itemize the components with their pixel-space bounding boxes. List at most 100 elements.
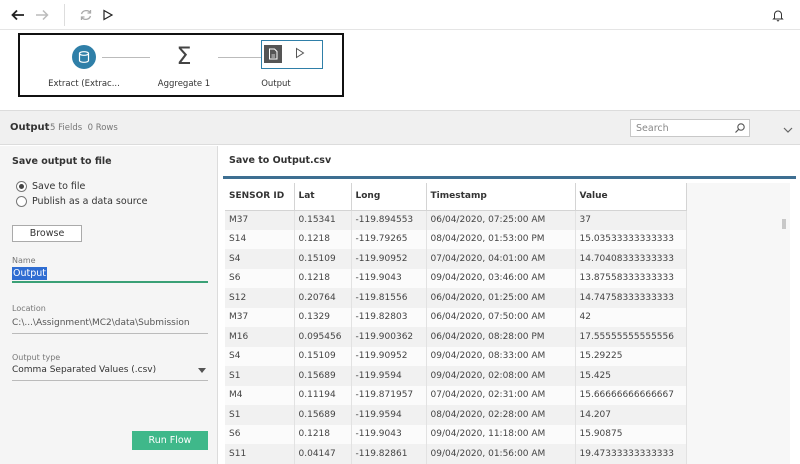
radio-label: Publish as a data source: [32, 196, 148, 207]
name-field[interactable]: Output: [12, 267, 208, 283]
column-header[interactable]: Lat: [294, 183, 352, 211]
output-header: Output 5 Fields 0 Rows Search: [0, 110, 800, 145]
scrollbar-thumb[interactable]: [782, 219, 786, 229]
table-cell: 17.55555555555556: [575, 327, 687, 347]
table-cell: -119.9594: [351, 366, 427, 386]
table-cell: 0.15689: [294, 366, 352, 386]
table-cell: 06/04/2020, 07:25:00 AM: [426, 210, 576, 230]
table-cell: 0.20764: [294, 288, 352, 308]
table-cell: M37: [225, 210, 295, 230]
table-row[interactable]: M37 0.15341 -119.894553 06/04/2020, 07:25:0…: [225, 210, 687, 230]
flow-node-label: Extract (Extrac...: [48, 79, 120, 89]
table-cell: 15.66666666666667: [575, 385, 687, 405]
table-cell: -119.79265: [351, 229, 427, 249]
output-node-frame: [261, 40, 323, 69]
table-cell: 0.095456: [294, 327, 352, 347]
table-header-row: SENSOR ID Lat Long Timestamp Value: [225, 183, 687, 211]
table-cell: 15.425: [575, 366, 687, 386]
table-cell: 0.1329: [294, 307, 352, 327]
table-cell: 0.1218: [294, 268, 352, 288]
table-cell: 19.47333333333333: [575, 444, 687, 464]
table-row[interactable]: S6 0.1218 -119.9043 09/04/2020, 03:46:00 AM…: [225, 268, 687, 288]
arrow-left-icon[interactable]: [8, 5, 28, 25]
column-header[interactable]: Timestamp: [426, 183, 576, 211]
table-cell: M4: [225, 385, 295, 405]
dropdown-caret-icon: [198, 368, 206, 373]
play-icon[interactable]: [295, 47, 305, 62]
table-cell: M16: [225, 327, 295, 347]
table-cell: 14.207: [575, 405, 687, 425]
flow-node-label: Aggregate 1: [157, 79, 211, 89]
search-input[interactable]: Search: [630, 119, 750, 137]
flow-canvas: Extract (Extrac... Σ Aggregate 1 Output: [0, 31, 800, 110]
search-icon[interactable]: [734, 122, 746, 134]
table-cell: 09/04/2020, 08:33:00 AM: [426, 346, 576, 366]
table-cell: -119.81556: [351, 288, 427, 308]
output-settings-panel: Save output to file Save to file Publish…: [0, 146, 218, 464]
location-label: Location: [12, 304, 46, 313]
table-cell: 13.87558333333333: [575, 268, 687, 288]
table-row[interactable]: S6 0.1218 -119.9043 09/04/2020, 11:18:00 AM…: [225, 424, 687, 444]
table-row[interactable]: M16 0.095456 -119.900362 06/04/2020, 08:28:…: [225, 327, 687, 347]
table-cell: -119.871957: [351, 385, 427, 405]
table-cell: 14.74758333333333: [575, 288, 687, 308]
table-cell: 09/04/2020, 02:08:00 AM: [426, 366, 576, 386]
chevron-down-icon[interactable]: [783, 125, 793, 136]
table-row[interactable]: S11 0.04147 -119.82861 09/04/2020, 01:56:00…: [225, 444, 687, 464]
table-cell: 08/04/2020, 01:53:00 PM: [426, 229, 576, 249]
output-type-select[interactable]: Comma Separated Values (.csv): [12, 365, 208, 381]
browse-button[interactable]: Browse: [12, 225, 82, 242]
table-cell: -119.9043: [351, 424, 427, 444]
location-field[interactable]: C:\...\Assignment\MC2\data\Submission: [12, 318, 208, 334]
table-row[interactable]: M4 0.11194 -119.871957 07/04/2020, 02:31:00…: [225, 385, 687, 405]
table-scrollbar[interactable]: [781, 215, 787, 464]
column-header[interactable]: SENSOR ID: [225, 183, 295, 211]
table-cell: 06/04/2020, 08:28:00 PM: [426, 327, 576, 347]
radio-button[interactable]: [16, 196, 27, 207]
table-row[interactable]: S12 0.20764 -119.81556 06/04/2020, 01:25:00…: [225, 288, 687, 308]
table-cell: 42: [575, 307, 687, 327]
table-cell: M37: [225, 307, 295, 327]
flow-connector: [102, 57, 150, 58]
toolbar-separator: [64, 4, 65, 26]
column-header[interactable]: Value: [575, 183, 687, 211]
play-icon[interactable]: [98, 5, 118, 25]
arrow-right-icon[interactable]: [32, 5, 52, 25]
radio-button[interactable]: [16, 181, 27, 192]
table-row[interactable]: S1 0.15689 -119.9594 09/04/2020, 02:08:00 A…: [225, 366, 687, 386]
table-cell: -119.82861: [351, 444, 427, 464]
table-cell: 06/04/2020, 07:50:00 AM: [426, 307, 576, 327]
rows-count: 0 Rows: [87, 123, 118, 133]
fields-count: 5 Fields: [50, 123, 83, 133]
table-row[interactable]: S4 0.15109 -119.90952 09/04/2020, 08:33:00 …: [225, 346, 687, 366]
refresh-icon[interactable]: [76, 5, 96, 25]
table-row[interactable]: M37 0.1329 -119.82803 06/04/2020, 07:50:00 …: [225, 307, 687, 327]
table-cell: -119.894553: [351, 210, 427, 230]
table-cell: -119.900362: [351, 327, 427, 347]
bell-icon[interactable]: [768, 5, 788, 25]
table-cell: S1: [225, 366, 295, 386]
table-cell: 06/04/2020, 01:25:00 AM: [426, 288, 576, 308]
search-placeholder: Search: [636, 123, 669, 134]
radio-save-to-file[interactable]: Save to file: [16, 181, 85, 192]
table-cell: 0.15109: [294, 346, 352, 366]
table-cell: 0.11194: [294, 385, 352, 405]
table-cell: S12: [225, 288, 295, 308]
preview-table-area: SENSOR ID Lat Long Timestamp Value M37 0.…: [225, 183, 790, 464]
radio-label: Save to file: [32, 181, 86, 192]
flow-node-label: Output: [261, 79, 291, 89]
table-cell: S4: [225, 249, 295, 269]
output-meta: 5 Fields 0 Rows: [50, 123, 118, 133]
table-cell: S1: [225, 405, 295, 425]
table-cell: 15.90875: [575, 424, 687, 444]
table-row[interactable]: S14 0.1218 -119.79265 08/04/2020, 01:53:00 …: [225, 229, 687, 249]
column-header[interactable]: Long: [351, 183, 427, 211]
table-row[interactable]: S1 0.15689 -119.9594 08/04/2020, 02:28:00 A…: [225, 405, 687, 425]
run-flow-button[interactable]: Run Flow: [132, 431, 208, 450]
table-row[interactable]: S4 0.15109 -119.90952 07/04/2020, 04:01:00 …: [225, 249, 687, 269]
table-cell: S14: [225, 229, 295, 249]
name-value: Output: [12, 267, 47, 280]
radio-publish[interactable]: Publish as a data source: [16, 196, 147, 207]
preview-title: Save to Output.csv: [229, 155, 332, 166]
document-icon: [264, 45, 282, 63]
